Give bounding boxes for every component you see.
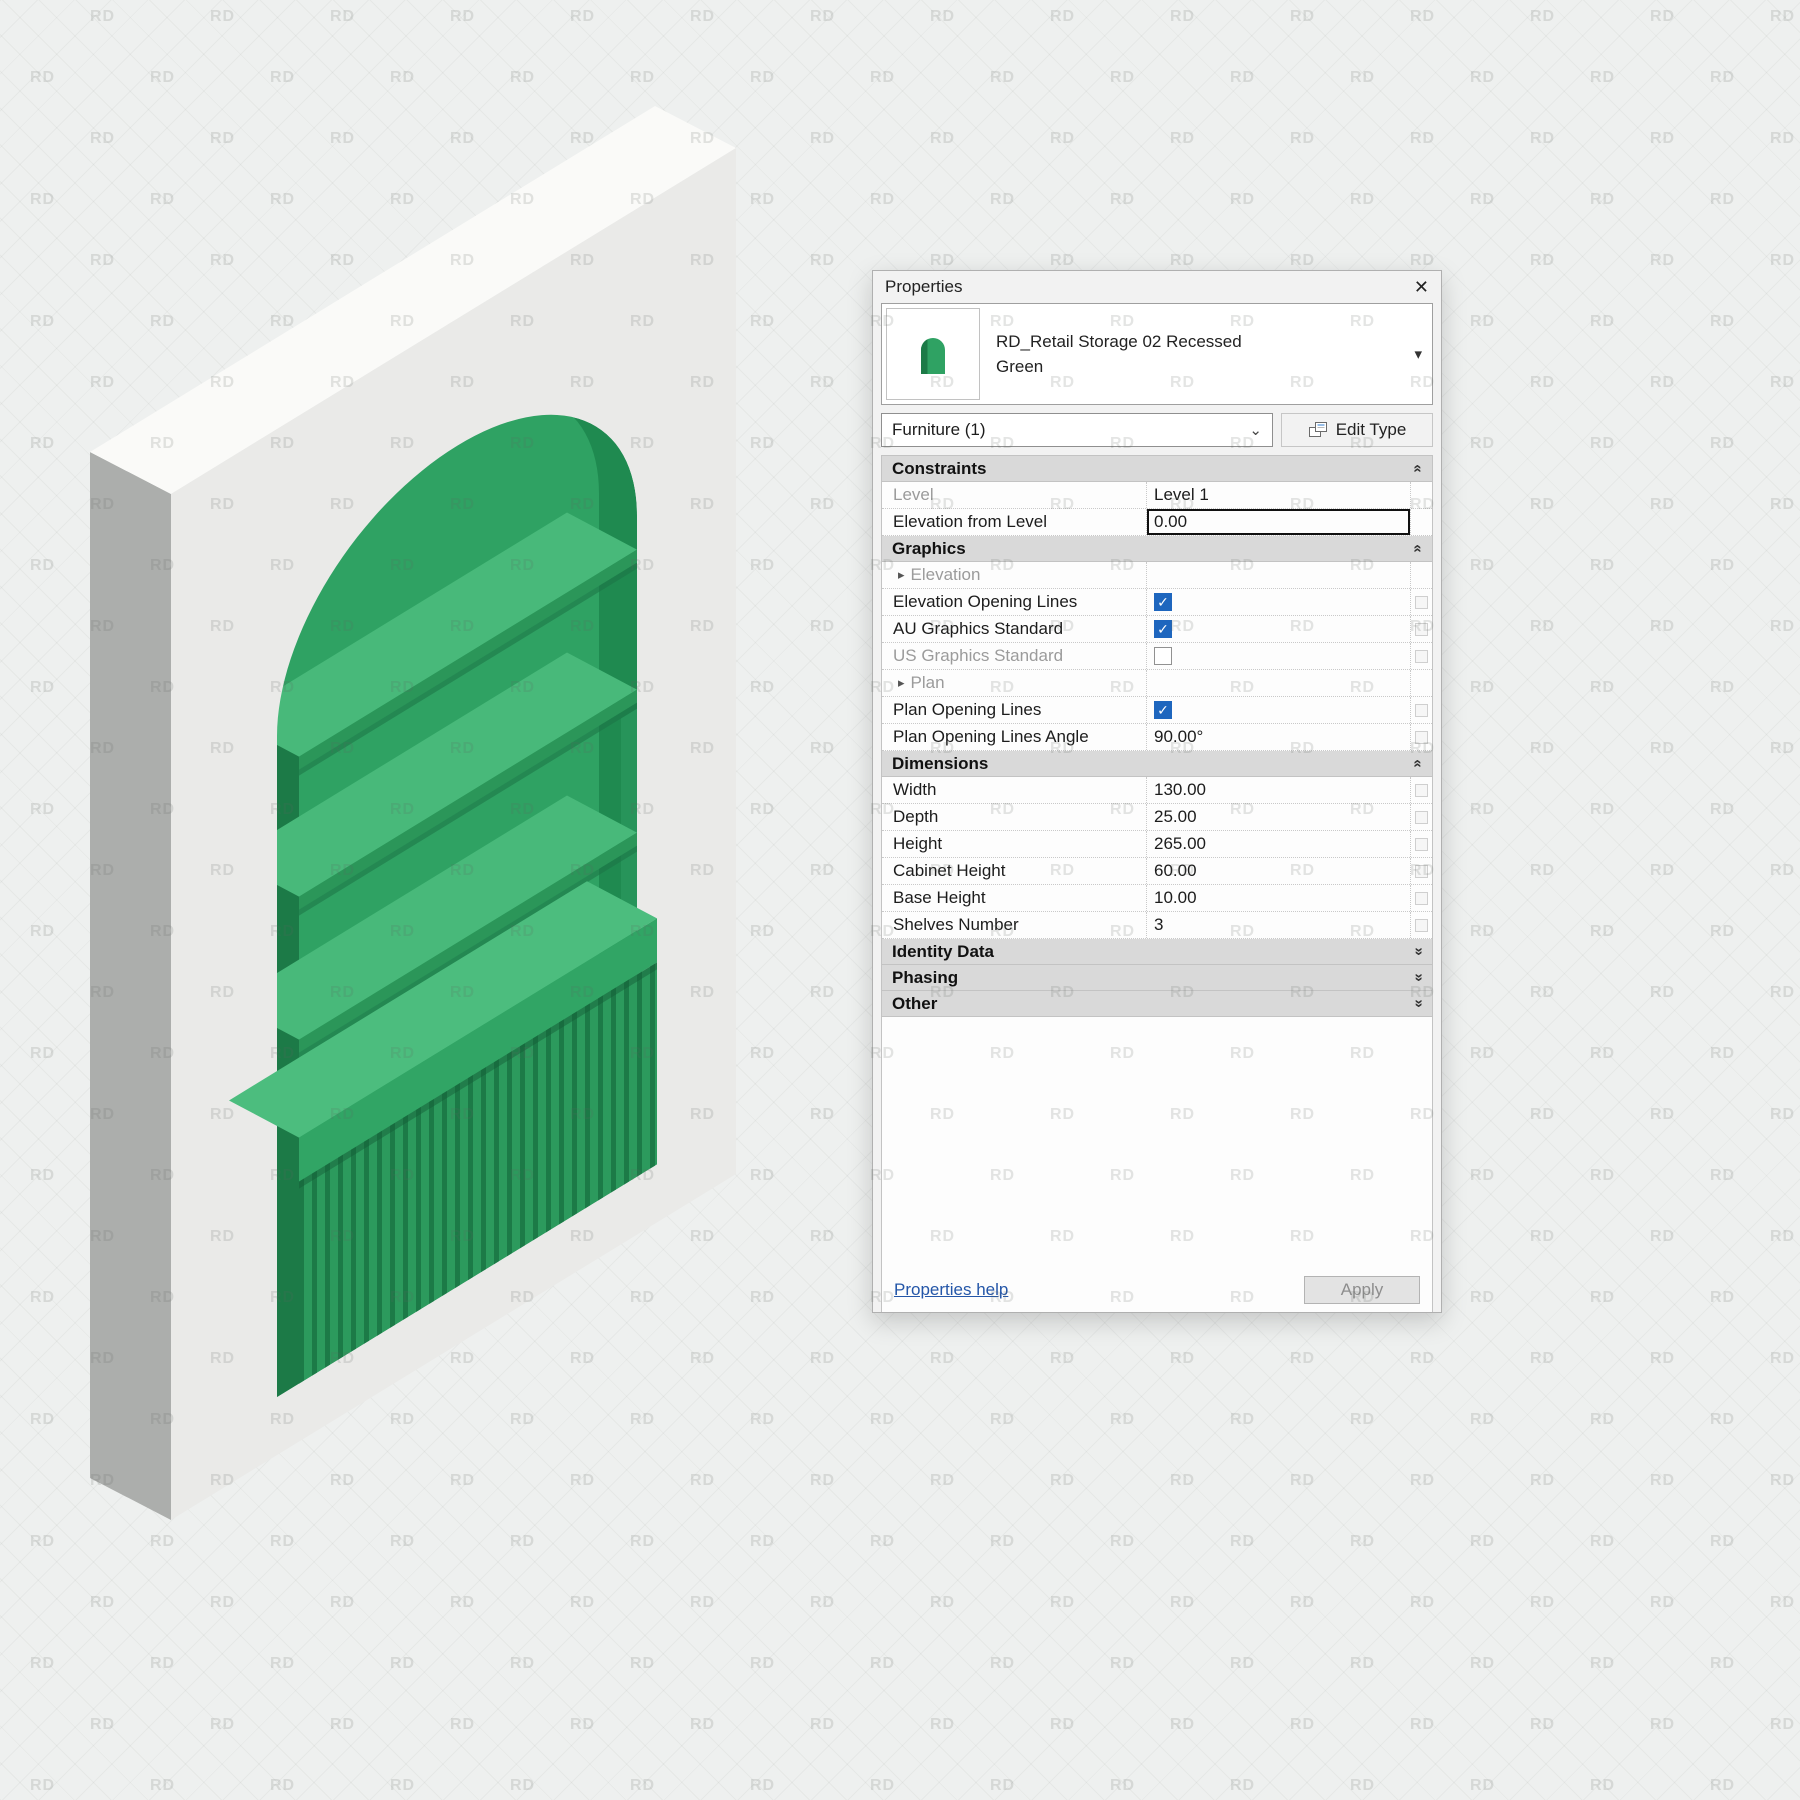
- type-selector[interactable]: RD_Retail Storage 02 Recessed Green ▾: [881, 303, 1433, 405]
- cabinet-height-input[interactable]: 60.00: [1146, 858, 1410, 884]
- height-input[interactable]: 265.00: [1146, 831, 1410, 857]
- shelves-number-input[interactable]: 3: [1146, 912, 1410, 938]
- associate-param-box[interactable]: [1415, 650, 1428, 663]
- properties-help-link[interactable]: Properties help: [894, 1280, 1008, 1300]
- associate-param-box[interactable]: [1415, 919, 1428, 932]
- row-elevation-group[interactable]: ▸Elevation: [882, 562, 1432, 589]
- panel-title: Properties: [885, 277, 962, 297]
- type-dropdown-icon[interactable]: ▾: [1404, 345, 1432, 363]
- row-depth: Depth 25.00: [882, 804, 1432, 831]
- category-row: Furniture (1) ⌄ Edit Type: [881, 413, 1433, 447]
- apply-button[interactable]: Apply: [1304, 1276, 1420, 1304]
- associate-param-box[interactable]: [1415, 865, 1428, 878]
- row-width: Width 130.00: [882, 777, 1432, 804]
- associate-param-box[interactable]: [1415, 596, 1428, 609]
- row-elevation-opening-lines: Elevation Opening Lines: [882, 589, 1432, 616]
- row-cabinet-height: Cabinet Height 60.00: [882, 858, 1432, 885]
- section-graphics[interactable]: Graphics «: [882, 536, 1432, 562]
- arch-thumbnail-icon: [903, 324, 963, 384]
- au-graphics-standard-checkbox[interactable]: [1154, 620, 1172, 638]
- category-select-value: Furniture (1): [892, 420, 986, 440]
- section-constraints[interactable]: Constraints «: [882, 456, 1432, 482]
- plan-opening-lines-checkbox[interactable]: [1154, 701, 1172, 719]
- row-plan-opening-lines-angle: Plan Opening Lines Angle 90.00°: [882, 724, 1432, 751]
- edit-type-label: Edit Type: [1336, 420, 1407, 440]
- panel-footer: Properties help Apply: [882, 1268, 1432, 1312]
- associate-param-box[interactable]: [1415, 838, 1428, 851]
- row-height: Height 265.00: [882, 831, 1432, 858]
- row-us-graphics-standard: US Graphics Standard: [882, 643, 1432, 670]
- edit-type-button[interactable]: Edit Type: [1281, 413, 1433, 447]
- section-phasing[interactable]: Phasing «: [882, 965, 1432, 991]
- row-au-graphics-standard: AU Graphics Standard: [882, 616, 1432, 643]
- us-graphics-standard-checkbox[interactable]: [1154, 647, 1172, 665]
- base-height-input[interactable]: 10.00: [1146, 885, 1410, 911]
- section-dimensions[interactable]: Dimensions «: [882, 751, 1432, 777]
- associate-param-box[interactable]: [1415, 623, 1428, 636]
- row-elevation-from-level: Elevation from Level 0.00: [882, 509, 1432, 536]
- edit-type-icon: [1308, 421, 1329, 439]
- type-name: RD_Retail Storage 02 Recessed Green: [984, 329, 1256, 380]
- row-level: Level Level 1: [882, 482, 1432, 509]
- elevation-opening-lines-checkbox[interactable]: [1154, 593, 1172, 611]
- plan-opening-lines-angle-input[interactable]: 90.00°: [1146, 724, 1410, 750]
- collapse-chevron-icon[interactable]: «: [1409, 544, 1426, 552]
- select-caret-icon: ⌄: [1249, 421, 1262, 439]
- row-base-height: Base Height 10.00: [882, 885, 1432, 912]
- associate-param-box[interactable]: [1415, 704, 1428, 717]
- collapse-chevron-icon[interactable]: «: [1409, 759, 1426, 767]
- width-input[interactable]: 130.00: [1146, 777, 1410, 803]
- panel-titlebar: Properties ✕: [873, 271, 1441, 303]
- expand-chevron-icon[interactable]: «: [1409, 973, 1426, 981]
- property-grid: Constraints « Level Level 1 Elevation fr…: [881, 455, 1433, 1312]
- associate-param-box[interactable]: [1415, 811, 1428, 824]
- grid-empty-area: [882, 1017, 1432, 1268]
- level-value: Level 1: [1146, 482, 1410, 508]
- properties-panel: Properties ✕ RD_Retail Storage 02 Recess…: [872, 270, 1442, 1313]
- row-plan-group[interactable]: ▸Plan: [882, 670, 1432, 697]
- type-thumbnail: [886, 308, 980, 400]
- associate-param-box[interactable]: [1415, 731, 1428, 744]
- associate-param-box[interactable]: [1415, 892, 1428, 905]
- row-shelves-number: Shelves Number 3: [882, 912, 1432, 939]
- elevation-from-level-input[interactable]: 0.00: [1146, 509, 1410, 535]
- expand-chevron-icon[interactable]: «: [1409, 947, 1426, 955]
- section-other[interactable]: Other «: [882, 991, 1432, 1017]
- close-icon[interactable]: ✕: [1414, 278, 1429, 296]
- expander-icon[interactable]: ▸: [898, 567, 905, 583]
- depth-input[interactable]: 25.00: [1146, 804, 1410, 830]
- category-select[interactable]: Furniture (1) ⌄: [881, 413, 1273, 447]
- expander-icon[interactable]: ▸: [898, 675, 905, 691]
- expand-chevron-icon[interactable]: «: [1409, 999, 1426, 1007]
- row-plan-opening-lines: Plan Opening Lines: [882, 697, 1432, 724]
- associate-param-box[interactable]: [1415, 784, 1428, 797]
- section-identity-data[interactable]: Identity Data «: [882, 939, 1432, 965]
- collapse-chevron-icon[interactable]: «: [1409, 464, 1426, 472]
- wall-side-face: [90, 452, 171, 1520]
